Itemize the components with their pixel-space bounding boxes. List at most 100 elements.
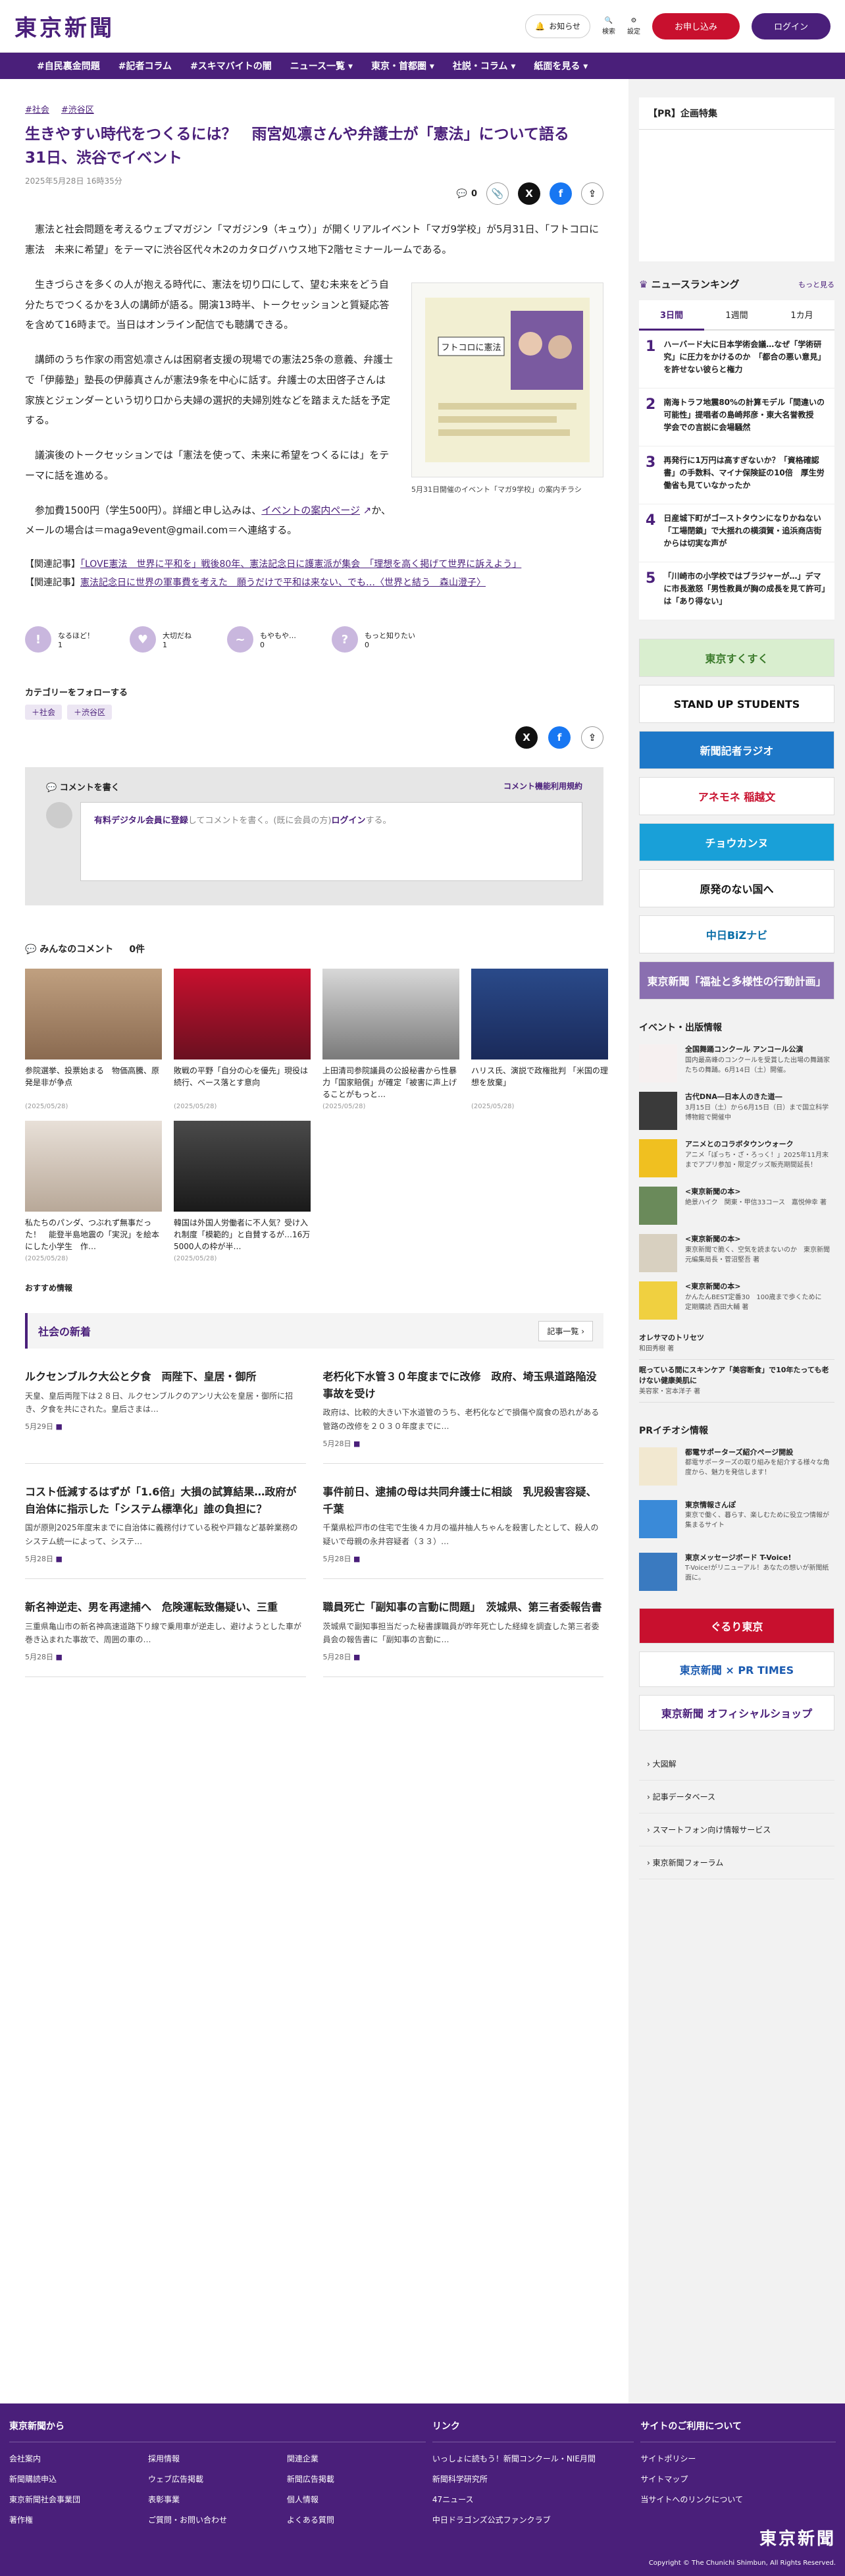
comment-count-button[interactable]: 💬 0 [457,189,477,199]
sidebar-banner[interactable]: 新聞記者ラジオ [639,731,834,769]
shop-banner[interactable]: 東京新聞 × PR TIMES [639,1651,834,1687]
nav-item[interactable]: 社説・コラム ▾ [453,59,515,72]
settings-button[interactable]: ⚙ 設定 [627,17,640,36]
society-more-button[interactable]: 記事一覧 › [538,1320,593,1341]
share-icon[interactable]: ⇪ [581,182,603,205]
tab-1month[interactable]: 1カ月 [769,300,834,331]
footer-link[interactable]: いっしょに読もう！新聞コンクール・NIE月間 [432,2453,634,2464]
sidebar-banner[interactable]: 原発のない国へ [639,869,834,907]
event-item[interactable]: <東京新聞の本> 絶景ハイク 関東・甲信33コース 嘉悦伸幸 著 [639,1187,834,1225]
footer-link[interactable]: サイトポリシー [640,2453,836,2464]
sidebar-banner[interactable]: チョウカンヌ [639,823,834,861]
footer-link[interactable]: 47ニュース [432,2494,634,2505]
tab-1week[interactable]: 1週間 [704,300,769,331]
ranking-more-link[interactable]: もっと見る [798,279,834,290]
nav-item[interactable]: ニュース一覧 ▾ [290,59,353,72]
event-item[interactable]: 古代DNA―日本人のきた道― 3月15日（土）から6月15日（日）まで国立科学博物… [639,1092,834,1130]
site-logo[interactable]: 東京新聞 [14,10,115,42]
share-icon[interactable]: ⇪ [581,726,603,749]
footer-link[interactable]: 当サイトへのリンクについて [640,2494,836,2505]
related-link[interactable]: 「LOVE憲法 世界に平和を」戦後80年、憲法記念日に護憲派が集会 「理想を高く… [80,559,521,570]
ranking-item[interactable]: 1 ハーバード大に日本学術会議…なぜ「学術研究」に圧力をかけるのか 「都合の悪い意… [639,331,834,389]
footer-link[interactable]: よくある質問 [287,2514,426,2525]
pr-info-item[interactable]: 東京メッセージボード T-Voice! T-Voice!がリニューアル！あなたの想… [639,1552,834,1595]
footer-link[interactable]: 関連企業 [287,2453,426,2464]
apply-button[interactable]: お申し込み [652,13,740,40]
footer-link[interactable]: 表彰事業 [148,2494,287,2505]
sidebar-link[interactable]: › 記事データベース [639,1781,834,1813]
card[interactable]: 上田清司参院議員の公設秘書から性暴力「国家賠償」が確定「被害に声上げることがもっ… [322,969,459,1110]
footer-link[interactable]: ウェブ広告掲載 [148,2473,287,2484]
notice-button[interactable]: 🔔 お知らせ [525,14,590,38]
nav-item[interactable]: 紙面を見る ▾ [534,59,588,72]
footer-logo[interactable]: 東京新聞 [759,2525,836,2550]
news-item[interactable]: 老朽化下水管３０年度までに改修 政府、埼玉県道路陥没事故を受け 政府は、比較的大… [322,1368,603,1464]
pr-info-item[interactable]: 東京情報さんぽ 東京で働く、暮らす、楽しむために役立つ情報が集まるサイト [639,1499,834,1542]
comment-login-link[interactable]: ログイン [332,816,366,826]
facebook-share-icon[interactable]: f [550,182,572,205]
sidebar-banner[interactable]: STAND UP STUDENTS [639,685,834,723]
ranking-item[interactable]: 2 南海トラフ地震80%の計算モデル「間違いの可能性」提唱者の島崎邦彦・東大名誉教… [639,389,834,446]
nav-item[interactable]: #記者コラム [118,59,172,72]
card[interactable]: ハリス氏、演説で政権批判 「米国の理想を放棄」 (2025/05/28) [471,969,608,1110]
sidebar-link[interactable]: › 東京新聞フォーラム [639,1846,834,1879]
footer-link[interactable]: 中日ドラゴンズ公式ファンクラブ [432,2514,634,2525]
reaction-naruhodo[interactable]: ! なるほど！ 1 [25,626,94,653]
comment-input[interactable]: 有料デジタル会員に登録してコメントを書く。(既に会員の方)ログインする。 [80,802,582,882]
x-share-icon[interactable]: X [518,182,540,205]
event-item[interactable]: 全国舞踊コンクール アンコール公演 国内最高峰のコンクールを受賞した出場の舞踊家た… [639,1044,834,1083]
book-item[interactable]: オレサマのトリセツ 和田秀樹 著 [639,1328,834,1360]
x-share-icon[interactable]: X [515,726,538,749]
book-item[interactable]: 眠っている間にスキンケア「美容断食」で10年たっても老けない健康美肌に 美容家・… [639,1360,834,1403]
footer-link[interactable]: 新聞科学研究所 [432,2473,634,2484]
ranking-item[interactable]: 5 「川崎市の小学校ではブラジャーが…」デマに市長激怒「男性教員が胸の成長を見て許… [639,562,834,620]
news-item[interactable]: コスト低減するはずが「1.6倍」大損の試算結果…政府が自治体に指示した「システム… [25,1484,306,1579]
pr-info-item[interactable]: 都電サポーターズ紹介ページ開設 都電サポーターズの取り組みを紹介する様々な角度から… [639,1447,834,1489]
footer-link[interactable]: 著作権 [9,2514,148,2525]
reaction-motto[interactable]: ? もっと知りたい 0 [332,626,415,653]
facebook-share-icon[interactable]: f [548,726,571,749]
footer-link[interactable]: 新聞広告掲載 [287,2473,426,2484]
article-tag[interactable]: #渋谷区 [61,103,94,115]
shop-banner[interactable]: 東京新聞 オフィシャルショップ [639,1694,834,1731]
reaction-moyamoya[interactable]: ~ もやもや… 0 [227,626,296,653]
clip-icon[interactable]: 📎 [486,182,509,205]
news-item[interactable]: 職員死亡「副知事の言動に問題」 茨城県、第三者委報告書 茨城県で副知事担当だった… [322,1599,603,1678]
footer-link[interactable]: サイトマップ [640,2473,836,2484]
sidebar-banner[interactable]: 中日BiZナビ [639,915,834,953]
sidebar-banner[interactable]: 東京すくすく [639,639,834,677]
sidebar-banner[interactable]: アネモネ 稲越文 [639,777,834,815]
follow-tag[interactable]: ＋社会 [25,705,63,720]
card[interactable]: 韓国は外国人労働者に不人気？受け入れ制度「模範的」と自賛するが…16万5000人… [174,1121,311,1262]
sidebar-link[interactable]: › スマートフォン向け情報サービス [639,1813,834,1846]
nav-item[interactable]: #スキマバイトの闇 [190,59,272,72]
card[interactable]: 敗戦の平野「自分の心を優先」現役は続行、ベース落とす意向 (2025/05/28… [174,969,311,1110]
tab-3days[interactable]: 3日間 [639,300,704,331]
related-link[interactable]: 憲法記念日に世界の軍事費を考えた 願うだけで平和は来ない、でも…〈世界と結う 森… [80,577,486,588]
sidebar-banner[interactable]: 東京新聞「福祉と多様性の行動計画」 [639,961,834,1000]
shop-banner[interactable]: ぐるり東京 [639,1607,834,1644]
event-page-link[interactable]: イベントの案内ページ [261,504,360,516]
ranking-item[interactable]: 3 再発行に1万円は高すぎないか？「資格確認書」の手数料、マイナ保険証の10倍 厚… [639,446,834,504]
sidebar-link[interactable]: › 大図解 [639,1748,834,1781]
article-tag[interactable]: #社会 [25,103,49,115]
event-item[interactable]: <東京新聞の本> 東京新聞で脆く、空気を読まないのか 東京新聞元編集局長・菅沼堅吾… [639,1234,834,1272]
news-item[interactable]: 事件前日、逮捕の母は共同弁護士に相談 乳児殺害容疑、千葉 千葉県松戸市の住宅で生… [322,1484,603,1579]
login-button[interactable]: ログイン [751,13,831,40]
nav-item[interactable]: 東京・首都圏 ▾ [371,59,434,72]
card[interactable]: 私たちのパンダ、つぶれず無事だった！ 能登半島地震の「実況」を絵本にした小学生 … [25,1121,162,1262]
footer-link[interactable]: 個人情報 [287,2494,426,2505]
footer-link[interactable]: ご質問・お問い合わせ [148,2514,287,2525]
footer-link[interactable]: 会社案内 [9,2453,148,2464]
search-button[interactable]: 🔍 検索 [602,17,615,36]
event-item[interactable]: アニメとのコラボタウンウォーク アニメ「ぽっち・ざ・ろっく！」2025年11月末ま… [639,1139,834,1177]
news-item[interactable]: ルクセンブルク大公と夕食 両陛下、皇居・御所 天皇、皇后両陛下は２８日、ルクセン… [25,1368,306,1464]
follow-tag[interactable]: ＋渋谷区 [67,705,113,720]
event-flyer-image[interactable]: フトコロに憲法 [411,282,603,477]
news-item[interactable]: 新名神逆走、男を再逮捕へ 危険運転致傷疑い、三重 三重県亀山市の新名神高速道路下… [25,1599,306,1678]
ranking-item[interactable]: 4 日産城下町がゴーストタウンになりかねない「工場閉鎖」で大揺れの横須賀・追浜商店… [639,504,834,562]
footer-link[interactable]: 新聞購読申込 [9,2473,148,2484]
footer-link[interactable]: 東京新聞社会事業団 [9,2494,148,2505]
card[interactable]: 参院選挙、投票始まる 物価高騰、原発是非が争点 (2025/05/28) [25,969,162,1110]
comment-rules-link[interactable]: コメント機能利用規約 [503,780,582,793]
